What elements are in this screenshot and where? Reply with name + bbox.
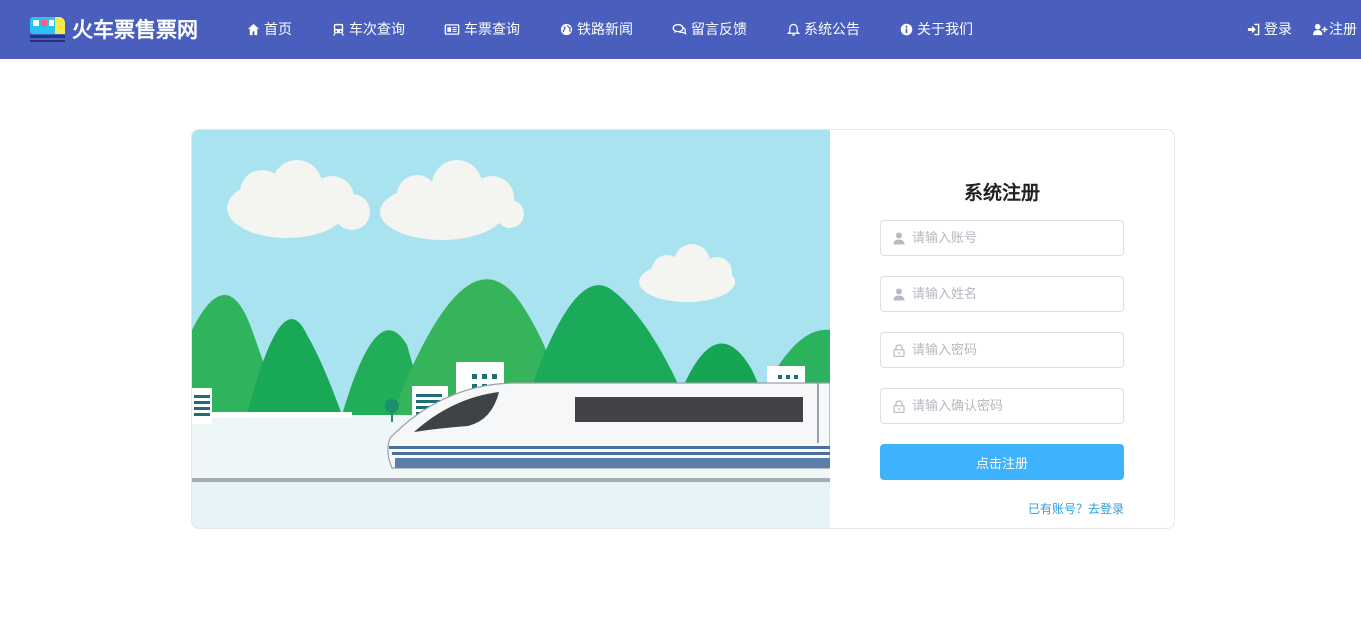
name-input[interactable] bbox=[912, 277, 1117, 311]
nav-item-home[interactable]: 首页 bbox=[247, 18, 292, 40]
bell-icon bbox=[787, 23, 800, 36]
top-navbar: 火车票售票网 首页 车次查询 车票查询 铁路新闻 留言反馈 系统公告 关于我们 … bbox=[0, 0, 1361, 59]
nav-item-train-search[interactable]: 车次查询 bbox=[332, 18, 405, 40]
train-icon bbox=[332, 23, 345, 36]
register-card: 系统注册 点击注册 已有账号？去登录 bbox=[191, 129, 1175, 529]
register-button[interactable]: 注册 bbox=[1312, 18, 1357, 40]
nav-item-label: 系统公告 bbox=[804, 22, 860, 38]
nav-item-label: 首页 bbox=[264, 22, 292, 38]
sign-in-icon bbox=[1247, 23, 1260, 36]
nav-item-ticket-search[interactable]: 车票查询 bbox=[444, 18, 520, 40]
nav-item-railway-news[interactable]: 铁路新闻 bbox=[560, 18, 633, 40]
nav-item-label: 车次查询 bbox=[349, 22, 405, 38]
login-label: 登录 bbox=[1264, 22, 1292, 38]
form-title: 系统注册 bbox=[963, 182, 1040, 204]
brand-name: 火车票售票网 bbox=[72, 18, 198, 42]
comments-icon bbox=[672, 23, 687, 36]
lock-icon bbox=[893, 344, 905, 357]
train-logo-icon bbox=[29, 15, 66, 43]
nav-item-label: 车票查询 bbox=[464, 22, 520, 38]
globe-icon bbox=[560, 23, 573, 36]
nav-item-feedback[interactable]: 留言反馈 bbox=[672, 18, 747, 40]
brand[interactable]: 火车票售票网 bbox=[29, 14, 198, 44]
nav-item-announcements[interactable]: 系统公告 bbox=[787, 18, 860, 40]
confirm-password-field[interactable] bbox=[880, 388, 1124, 424]
login-button[interactable]: 登录 bbox=[1247, 18, 1292, 40]
user-plus-icon bbox=[1312, 23, 1328, 36]
register-submit-button[interactable]: 点击注册 bbox=[880, 444, 1124, 480]
username-input[interactable] bbox=[912, 221, 1117, 255]
user-icon bbox=[893, 288, 905, 301]
user-icon bbox=[893, 232, 905, 245]
info-icon bbox=[900, 23, 913, 36]
name-field[interactable] bbox=[880, 276, 1124, 312]
home-icon bbox=[247, 23, 260, 36]
confirm-password-input[interactable] bbox=[912, 389, 1117, 423]
lock-icon bbox=[893, 400, 905, 413]
train-illustration bbox=[192, 130, 830, 528]
nav-item-label: 铁路新闻 bbox=[577, 22, 633, 38]
register-label: 注册 bbox=[1329, 22, 1357, 38]
ticket-icon bbox=[444, 23, 460, 36]
nav-item-label: 留言反馈 bbox=[691, 22, 747, 38]
high-speed-train bbox=[387, 382, 830, 469]
password-input[interactable] bbox=[912, 333, 1117, 367]
username-field[interactable] bbox=[880, 220, 1124, 256]
go-login-link[interactable]: 已有账号？去登录 bbox=[1028, 500, 1124, 517]
register-form: 系统注册 点击注册 已有账号？去登录 bbox=[830, 130, 1174, 528]
password-field[interactable] bbox=[880, 332, 1124, 368]
nav-item-about-us[interactable]: 关于我们 bbox=[900, 18, 973, 40]
nav-item-label: 关于我们 bbox=[917, 22, 973, 38]
